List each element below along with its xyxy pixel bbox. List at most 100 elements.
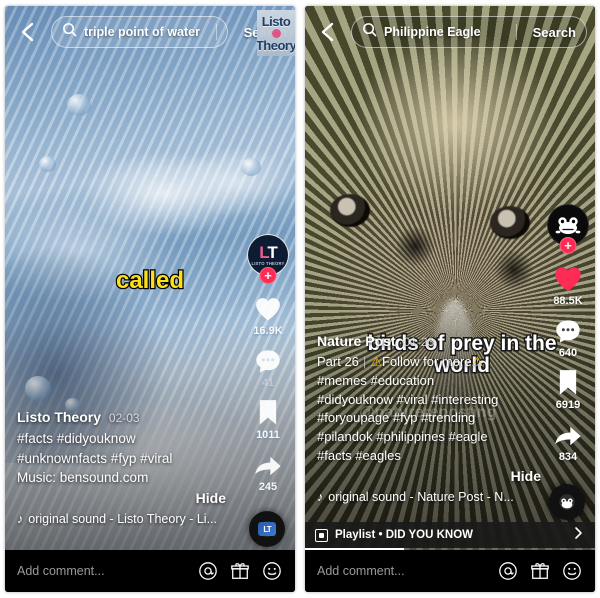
search-query-text: triple point of water [84, 25, 200, 39]
left-comment-bar: Add comment... [5, 550, 295, 592]
comment-count: 41 [261, 377, 275, 389]
comment-icon [254, 344, 282, 378]
water-droplet [241, 158, 261, 176]
share-count: 834 [558, 451, 578, 463]
at-mention-icon[interactable] [497, 560, 519, 582]
music-disc-logo [559, 496, 575, 509]
gift-icon[interactable] [529, 560, 551, 582]
search-divider [215, 24, 217, 40]
part-label: Part 26 [317, 353, 359, 369]
comment-button[interactable]: 640 [554, 314, 582, 359]
desc-line: #foryoupage #fyp #trending [317, 410, 476, 426]
share-arrow-icon [253, 448, 283, 482]
left-video-info: Listo Theory 02-03 #facts #didyouknow #u… [17, 409, 232, 526]
playlist-row[interactable]: Playlist • DID YOU KNOW [305, 522, 595, 548]
right-comment-bar: Add comment... [305, 550, 595, 592]
author-row[interactable]: Nature Post 01-23 [317, 333, 549, 349]
author-name: Nature Post [317, 332, 396, 349]
share-button[interactable]: 834 [553, 418, 583, 463]
avatar-subtext: LISTO THEORY [251, 260, 285, 266]
hide-button[interactable]: Hide [317, 468, 549, 484]
like-count: 88.5K [553, 295, 583, 307]
like-button[interactable]: 88.5K [552, 262, 584, 307]
eagle-eye [330, 194, 370, 227]
post-date: 02-03 [108, 410, 140, 425]
desc-line: #facts #eagles [317, 448, 401, 464]
left-search-header: triple point of water Search [5, 6, 295, 58]
like-count: 16.9K [253, 325, 283, 337]
search-query-text: Philippine Eagle [384, 25, 481, 39]
search-icon [362, 22, 377, 42]
right-video-panel: Philippine Eagle Search birds of prey in… [305, 6, 595, 592]
like-button[interactable]: 16.9K [253, 292, 283, 337]
warning-triangle-icon: ⚠ [370, 353, 382, 369]
desc-line: #didyouknow #viral #interesting [317, 391, 499, 407]
watermark-line2: Theory [257, 37, 295, 53]
sound-title: original sound - Listo Theory - Li... [28, 512, 218, 526]
desc-line: #facts #didyouknow [17, 430, 136, 446]
left-video-panel: triple point of water Search Listo Theor… [5, 6, 295, 592]
sound-row[interactable]: ♪ original sound - Nature Post - N... [317, 490, 549, 504]
right-video-info: Nature Post 01-23 Part 26 | ⚠Follow for mo… [317, 333, 549, 504]
playlist-label-group: Playlist • DID YOU KNOW [315, 528, 571, 542]
comment-button[interactable]: 41 [254, 344, 282, 389]
water-droplet [67, 94, 91, 116]
add-comment-input[interactable]: Add comment... [317, 564, 487, 578]
follow-button[interactable]: + [259, 267, 277, 284]
desc-line: #memes #education [317, 372, 435, 388]
emoji-smiley-icon[interactable] [561, 560, 583, 582]
desc-line: #pilandok #philippines #eagle [317, 429, 488, 445]
avatar[interactable]: LT LISTO THEORY + [247, 234, 289, 284]
share-arrow-icon [553, 418, 583, 452]
sound-row[interactable]: ♪ original sound - Listo Theory - Li... [17, 512, 232, 526]
at-mention-icon[interactable] [197, 560, 219, 582]
back-arrow-icon[interactable] [13, 17, 43, 47]
eagle-eye [490, 206, 530, 239]
hide-button[interactable]: Hide [17, 490, 232, 506]
avatar[interactable]: + [547, 204, 589, 254]
author-name: Listo Theory [17, 408, 102, 425]
music-note-icon: ♪ [317, 490, 324, 504]
watermark-line1: Listo [261, 13, 291, 29]
right-action-rail: + 88.5K 640 6919 834 [547, 204, 589, 470]
search-button[interactable]: Search [524, 25, 576, 40]
add-comment-input[interactable]: Add comment... [17, 564, 187, 578]
follow-text: Follow for more [381, 353, 472, 369]
share-count: 245 [258, 481, 278, 493]
desc-line: #unknownfacts #fyp #viral [17, 450, 173, 466]
search-divider [515, 24, 517, 40]
right-search-header: Philippine Eagle Search [305, 6, 595, 58]
avatar-initials: LT [259, 242, 277, 262]
water-droplet [39, 156, 56, 172]
left-action-rail: LT LISTO THEORY + 16.9K 41 1011 245 [247, 234, 289, 500]
share-button[interactable]: 245 [253, 448, 283, 493]
heart-icon [552, 262, 584, 296]
desc-line: Music: bensound.com [17, 470, 149, 486]
music-disc-logo: LT [258, 522, 276, 536]
bookmark-icon [556, 366, 580, 400]
video-description: #facts #didyouknow #unknownfacts #fyp #v… [17, 429, 232, 488]
bookmark-count: 1011 [256, 429, 280, 441]
follow-button[interactable]: + [559, 237, 577, 254]
gift-icon[interactable] [229, 560, 251, 582]
desc-part-line: Part 26 | ⚠Follow for more⚠ [317, 353, 549, 372]
video-description: Part 26 | ⚠Follow for more⚠ #memes #educat… [317, 353, 549, 466]
bookmark-button[interactable]: 6919 [556, 366, 580, 411]
search-input[interactable]: Philippine Eagle Search [351, 16, 587, 48]
music-disc[interactable]: LT [249, 511, 285, 547]
text-separator: | [362, 353, 367, 369]
emoji-smiley-icon[interactable] [261, 560, 283, 582]
watermark-dot [271, 28, 281, 38]
author-row[interactable]: Listo Theory 02-03 [17, 409, 232, 425]
back-arrow-icon[interactable] [313, 17, 343, 47]
chevron-right-icon[interactable] [571, 526, 585, 545]
bookmark-count: 6919 [555, 399, 581, 411]
playlist-label: Playlist • DID YOU KNOW [335, 529, 474, 541]
listo-theory-watermark: Listo Theory [257, 10, 295, 56]
search-icon [62, 22, 77, 42]
bookmark-button[interactable]: 1011 [256, 396, 280, 441]
sound-title: original sound - Nature Post - N... [328, 490, 514, 504]
search-input[interactable]: triple point of water [51, 16, 228, 48]
comment-count: 640 [558, 347, 578, 359]
music-disc[interactable] [549, 484, 585, 520]
